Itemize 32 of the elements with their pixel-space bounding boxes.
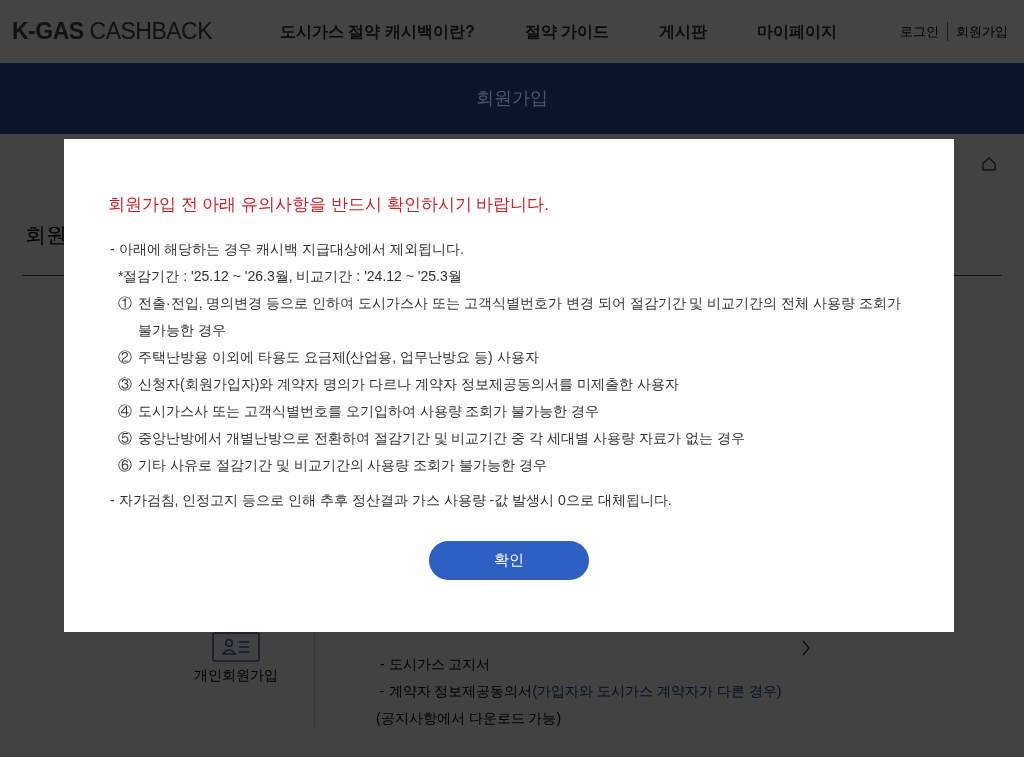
- list-item-text: 기타 사유로 절감기간 및 비교기간의 사용량 조회가 불가능한 경우: [138, 456, 548, 475]
- header-link[interactable]: 로그인: [900, 21, 939, 42]
- section-title: 회원: [25, 221, 67, 248]
- list-number: ②: [118, 348, 133, 367]
- page-banner-title: 회원가입: [476, 87, 548, 110]
- period-note: *절감기간 : '25.12 ~ '26.3월, 비교기간 : '24.12 ~ '25.3월: [118, 267, 462, 286]
- confirm-button[interactable]: 확인: [429, 541, 589, 580]
- list-number: ④: [118, 402, 133, 421]
- nav-link[interactable]: 마이페이지: [757, 19, 838, 44]
- list-number: ①: [118, 294, 133, 313]
- list-item-text: 중앙난방에서 개별난방으로 전환하여 절감기간 및 비교기간 중 각 세대별 사용량 자료가 없는 경우: [138, 429, 745, 448]
- list-item-text: 전출·전입, 명의변경 등으로 인하여 도시가스사 또는 고객식별번호가 변경 되어 절감기간 및 비교기간의 전체 사용량 조회가 불가능한 경우: [138, 294, 902, 340]
- member-card-icon: [212, 632, 260, 662]
- document-item: (공지사항에서 다운로드 가능): [376, 709, 562, 728]
- notice-text: - 자가검침, 인정고지 등으로 인해 추후 정산결과 가스 사용량 -값 발생시 0으로 대체됩니다.: [110, 491, 672, 510]
- list-item-text: 주택난방용 이외에 타용도 요금제(산업용, 업무난방요 등) 사용자: [138, 348, 539, 367]
- list-number: ③: [118, 375, 133, 394]
- nav-link[interactable]: 도시가스 절약 캐시백이란?: [280, 19, 475, 44]
- nav-link[interactable]: 절약 가이드: [524, 19, 610, 44]
- dialog-title: 회원가입 전 아래 유의사항을 반드시 확인하시기 바랍니다.: [108, 195, 550, 215]
- list-number: ⑤: [118, 429, 133, 448]
- list-item-text: 신청자(회원가입자)와 계약자 명의가 다르나 계약자 정보제공동의서를 미제출한 사용자: [138, 375, 679, 394]
- signup-option-label[interactable]: 개인회원가입: [194, 665, 278, 686]
- notice-text: - 아래에 해당하는 경우 캐시백 지급대상에서 제외됩니다.: [110, 240, 464, 259]
- chevron-right-icon[interactable]: [801, 640, 811, 656]
- home-icon[interactable]: [982, 157, 996, 171]
- nav-link[interactable]: 게시판: [659, 19, 708, 44]
- list-number: ⑥: [118, 456, 133, 475]
- header-link[interactable]: 회원가입: [947, 21, 1008, 42]
- document-item: - 계약자 정보제공동의서(가입자와 도시가스 계약자가 다른 경우): [380, 682, 782, 701]
- list-item-text: 도시가스사 또는 고객식별번호를 오기입하여 사용량 조회가 불가능한 경우: [138, 402, 600, 421]
- document-item: - 도시가스 고지서: [380, 655, 491, 674]
